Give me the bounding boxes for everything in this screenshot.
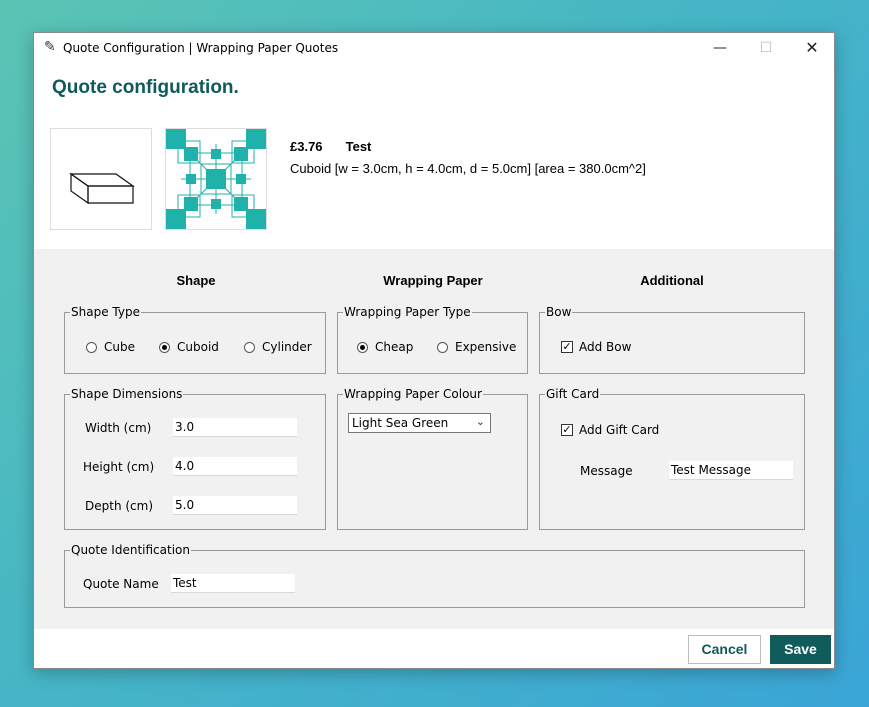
feather-icon: ✎ bbox=[44, 39, 56, 55]
checkbox-label: Add Gift Card bbox=[579, 423, 660, 437]
checkbox-label: Add Bow bbox=[579, 340, 632, 354]
page-title: Quote configuration. bbox=[52, 77, 239, 98]
quote-price: £3.76 bbox=[290, 139, 323, 154]
quote-summary: £3.76 Test Cuboid [w = 3.0cm, h = 4.0cm,… bbox=[290, 139, 646, 176]
radio-cube[interactable]: Cube bbox=[86, 340, 135, 354]
radio-indicator-selected bbox=[159, 341, 170, 353]
column-heading-additional: Additional bbox=[640, 273, 704, 288]
quote-name-display: Test bbox=[345, 139, 372, 154]
close-icon[interactable]: ✕ bbox=[792, 37, 832, 59]
add-gift-card-checkbox[interactable]: ✓ Add Gift Card bbox=[561, 423, 659, 437]
radio-expensive[interactable]: Expensive bbox=[437, 340, 516, 354]
checkbox-checked-icon: ✓ bbox=[561, 423, 573, 436]
radio-cylinder[interactable]: Cylinder bbox=[244, 340, 312, 354]
message-label: Message bbox=[580, 464, 633, 478]
radio-indicator bbox=[244, 341, 255, 353]
radio-indicator bbox=[437, 341, 448, 353]
height-label: Height (cm) bbox=[83, 460, 155, 474]
quote-configuration-window: ✎ Quote Configuration | Wrapping Paper Q… bbox=[33, 32, 835, 669]
gift-card-group: Gift Card ✓ Add Gift Card Message Test M… bbox=[539, 387, 805, 530]
cuboid-wireframe-icon bbox=[69, 172, 135, 205]
width-label: Width (cm) bbox=[85, 421, 152, 435]
paper-colour-select[interactable]: Light Sea Green ⌄ bbox=[348, 413, 491, 433]
radio-cuboid[interactable]: Cuboid bbox=[159, 340, 219, 354]
radio-indicator-selected bbox=[357, 341, 368, 353]
minimize-icon[interactable]: — bbox=[700, 37, 740, 59]
shape-description: Cuboid [w = 3.0cm, h = 4.0cm, d = 5.0cm]… bbox=[290, 161, 646, 176]
depth-label: Depth (cm) bbox=[85, 499, 154, 513]
height-input[interactable]: 4.0 bbox=[173, 457, 297, 476]
window-title: Quote Configuration | Wrapping Paper Quo… bbox=[63, 41, 339, 55]
wrapping-paper-colour-legend: Wrapping Paper Colour bbox=[343, 387, 483, 401]
radio-label: Cuboid bbox=[177, 340, 219, 354]
gift-card-legend: Gift Card bbox=[545, 387, 601, 401]
quote-identification-legend: Quote Identification bbox=[70, 543, 191, 557]
shape-dimensions-group: Shape Dimensions Width (cm) 3.0 Height (… bbox=[64, 387, 326, 530]
shape-type-legend: Shape Type bbox=[70, 305, 141, 319]
radio-cheap[interactable]: Cheap bbox=[357, 340, 413, 354]
paper-colour-selected-value: Light Sea Green bbox=[352, 416, 449, 430]
wrapping-paper-preview bbox=[165, 128, 267, 230]
shape-dimensions-legend: Shape Dimensions bbox=[70, 387, 184, 401]
radio-label: Expensive bbox=[455, 340, 517, 354]
radio-label: Cube bbox=[104, 340, 135, 354]
shape-preview bbox=[50, 128, 152, 230]
quote-identification-group: Quote Identification Quote Name Test bbox=[64, 543, 805, 608]
bow-group: Bow ✓ Add Bow bbox=[539, 305, 805, 374]
radio-indicator bbox=[86, 341, 97, 353]
quote-name-label: Quote Name bbox=[83, 577, 159, 591]
maximize-icon[interactable]: ☐ bbox=[746, 37, 786, 59]
depth-input[interactable]: 5.0 bbox=[173, 496, 297, 515]
shape-type-group: Shape Type Cube Cuboid Cylinder bbox=[64, 305, 326, 374]
radio-label: Cylinder bbox=[262, 340, 312, 354]
column-heading-shape: Shape bbox=[176, 273, 216, 288]
quote-name-input[interactable]: Test bbox=[171, 574, 295, 593]
wrapping-paper-pattern-icon bbox=[166, 129, 266, 229]
add-bow-checkbox[interactable]: ✓ Add Bow bbox=[561, 340, 631, 354]
column-heading-wrapping-paper: Wrapping Paper bbox=[383, 273, 483, 288]
bow-legend: Bow bbox=[545, 305, 573, 319]
width-input[interactable]: 3.0 bbox=[173, 418, 297, 437]
title-bar[interactable]: ✎ Quote Configuration | Wrapping Paper Q… bbox=[34, 33, 834, 63]
checkbox-checked-icon: ✓ bbox=[561, 340, 573, 353]
message-input[interactable]: Test Message bbox=[669, 461, 793, 480]
radio-label: Cheap bbox=[375, 340, 414, 354]
chevron-down-icon: ⌄ bbox=[475, 415, 485, 428]
save-button[interactable]: Save bbox=[770, 635, 831, 664]
wrapping-paper-type-group: Wrapping Paper Type Cheap Expensive bbox=[337, 305, 528, 374]
wrapping-paper-colour-group: Wrapping Paper Colour Light Sea Green ⌄ bbox=[337, 387, 528, 530]
wrapping-paper-type-legend: Wrapping Paper Type bbox=[343, 305, 472, 319]
cancel-button[interactable]: Cancel bbox=[688, 635, 761, 664]
